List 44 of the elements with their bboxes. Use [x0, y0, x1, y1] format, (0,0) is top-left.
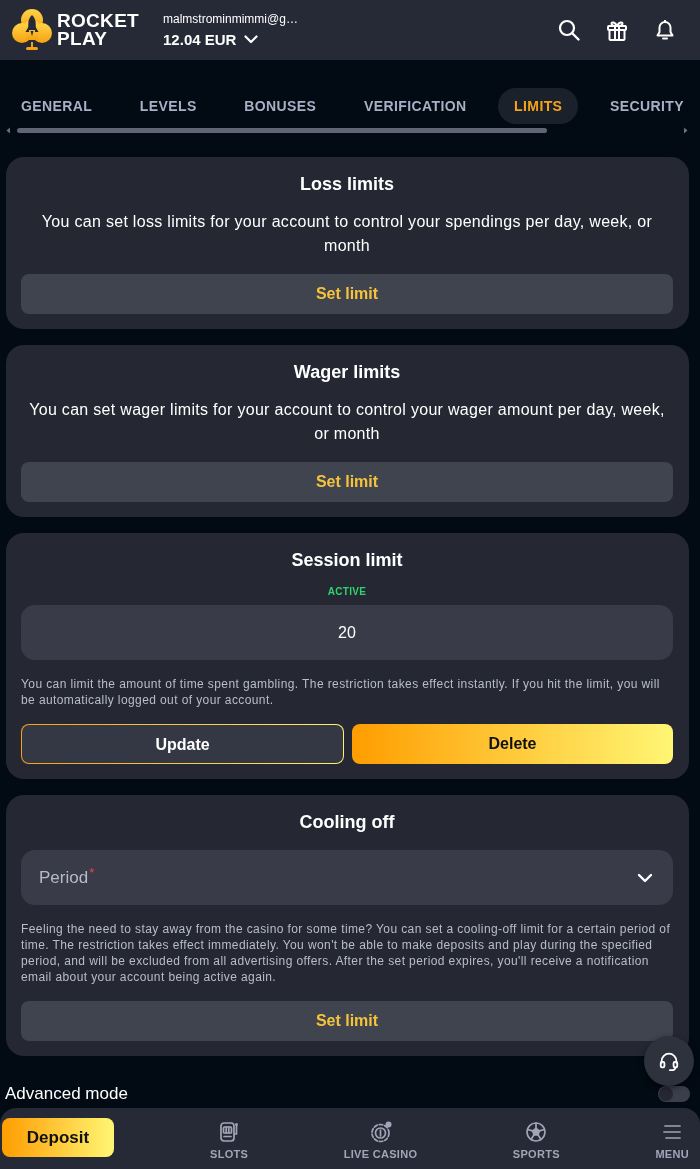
- session-limit-input[interactable]: 20: [21, 605, 673, 660]
- status-label: ACTIVE: [327, 586, 367, 598]
- set-limit-button[interactable]: Set limit: [21, 274, 673, 314]
- account-email: malmstrominmimmi@g…: [163, 11, 298, 26]
- section-tab[interactable]: VERIFICATION: [347, 88, 483, 124]
- card-description: You can set loss limits for your account to control your spendings per day, week, or month: [40, 212, 654, 256]
- section-tab[interactable]: LEVELS: [123, 88, 213, 124]
- casino-chip-icon: [369, 1121, 392, 1143]
- card-title: Cooling off: [298, 811, 396, 833]
- nav-item[interactable]: SLOTS: [210, 1118, 249, 1160]
- gift-icon[interactable]: [606, 19, 628, 41]
- soccer-ball-icon: [525, 1121, 548, 1143]
- card-note: Feeling the need to stay away from the casino for some time? You can set a cooling-off limit for a certain period of time. The restriction takes effect immediately. You won't be able to make deposits and play during the specified period, and will be excluded from all advertising offers. After the set period expires, you'll receive a notification email about your account being active again.: [21, 921, 672, 985]
- headset-icon: [658, 1050, 680, 1072]
- card-note: You can limit the amount of time spent gambling. The restriction takes effect instantly. If you hit the limit, you will be automatically logged out of your account.: [21, 676, 661, 708]
- deposit-button[interactable]: Deposit: [2, 1118, 114, 1157]
- slot-machine-icon: [218, 1121, 241, 1143]
- card-title: Session limit: [290, 549, 404, 571]
- update-button[interactable]: Update: [21, 724, 344, 764]
- section-tab[interactable]: LIMITS: [498, 88, 579, 124]
- set-limit-button[interactable]: Set limit: [21, 462, 673, 502]
- bell-icon[interactable]: [654, 19, 676, 41]
- advanced-mode-toggle[interactable]: [658, 1086, 690, 1102]
- section-tab[interactable]: SECURITY: [593, 88, 700, 124]
- card-title: Loss limits: [299, 173, 395, 195]
- period-select[interactable]: Period*: [21, 850, 673, 905]
- delete-button[interactable]: Delete: [352, 724, 673, 764]
- logo-icon[interactable]: [12, 8, 52, 52]
- nav-item[interactable]: LIVE CASINO: [343, 1118, 418, 1160]
- card-title: Wager limits: [292, 361, 402, 383]
- set-limit-button[interactable]: Set limit: [21, 1001, 673, 1041]
- support-button[interactable]: [644, 1036, 694, 1086]
- logo-text: ROCKET: [57, 12, 140, 30]
- nav-item[interactable]: SPORTS: [512, 1118, 560, 1160]
- advanced-mode-label: Advanced mode: [5, 1084, 128, 1104]
- balance-dropdown[interactable]: 12.04 EUR: [163, 30, 259, 49]
- card-description: You can set wager limits for your account to control your wager amount per day, week, or month: [28, 400, 666, 444]
- search-icon[interactable]: [558, 19, 580, 41]
- chevron-down-icon: [244, 35, 259, 44]
- logo-text: PLAY: [57, 30, 109, 48]
- section-tab[interactable]: BONUSES: [228, 88, 333, 124]
- nav-item[interactable]: MENU: [655, 1118, 689, 1160]
- section-tab[interactable]: GENERAL: [5, 88, 109, 124]
- chevron-down-icon: [637, 872, 653, 883]
